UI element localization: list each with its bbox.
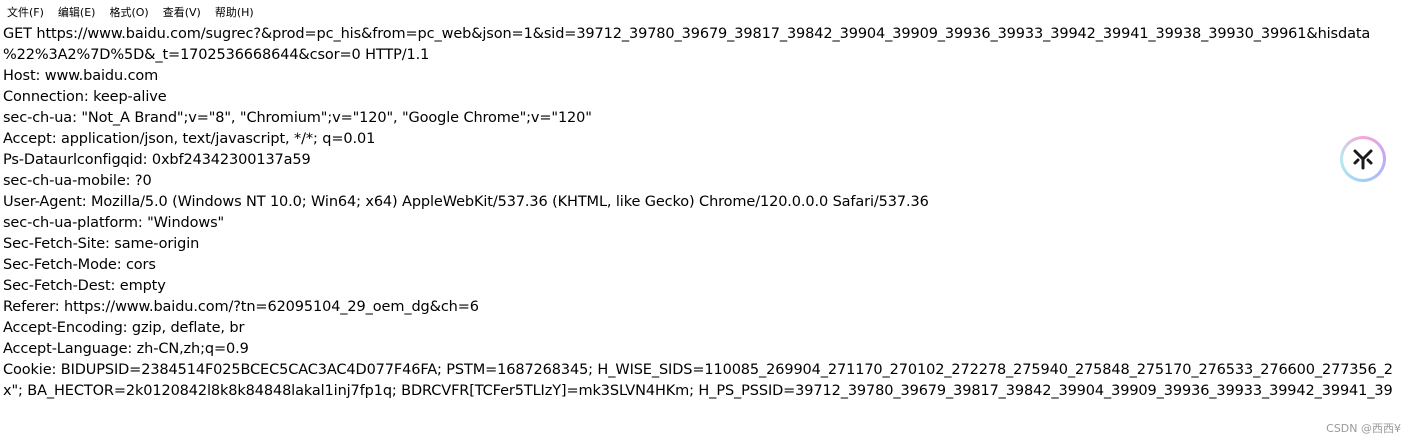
text-line: Accept-Language: zh-CN,zh;q=0.9 <box>3 341 249 357</box>
text-line: Sec-Fetch-Site: same-origin <box>3 236 200 252</box>
text-line: Connection: keep-alive <box>3 89 167 105</box>
text-line: Ps-Dataurlconfigqid: 0xbf24342300137a59 <box>3 152 311 168</box>
menu-edit[interactable]: 编辑(E) <box>51 0 103 24</box>
menu-format[interactable]: 格式(O) <box>102 0 155 24</box>
text-line: sec-ch-ua-mobile: ?0 <box>3 173 152 189</box>
text-line: GET https://www.baidu.com/sugrec?&prod=p… <box>3 26 1371 42</box>
text-line: Accept: application/json, text/javascrip… <box>3 131 376 147</box>
text-line: Referer: https://www.baidu.com/?tn=62095… <box>3 299 479 315</box>
text-line: sec-ch-ua: "Not_A Brand";v="8", "Chromiu… <box>3 110 592 126</box>
menu-bar: 文件(F) 编辑(E) 格式(O) 查看(V) 帮助(H) <box>0 0 1415 24</box>
fork-logo-icon <box>1343 139 1383 179</box>
text-line: x"; BA_HECTOR=2k0120842l8k8k84848lakal1i… <box>3 383 1393 399</box>
text-line: Sec-Fetch-Dest: empty <box>3 278 166 294</box>
text-line: %22%3A2%7D%5D&_t=1702536668644&csor=0 HT… <box>3 47 430 63</box>
menu-view[interactable]: 查看(V) <box>156 0 208 24</box>
text-line: Sec-Fetch-Mode: cors <box>3 257 156 273</box>
text-line: Cookie: BIDUPSID=2384514F025BCEC5CAC3AC4… <box>3 362 1393 378</box>
text-line: Host: www.baidu.com <box>3 68 159 84</box>
text-line: User-Agent: Mozilla/5.0 (Windows NT 10.0… <box>3 194 929 210</box>
text-line: Accept-Encoding: gzip, deflate, br <box>3 320 245 336</box>
menu-help[interactable]: 帮助(H) <box>208 0 261 24</box>
text-editor-area[interactable]: GET https://www.baidu.com/sugrec?&prod=p… <box>0 24 1415 444</box>
floating-assistant-button[interactable] <box>1340 136 1386 182</box>
menu-file[interactable]: 文件(F) <box>0 0 51 24</box>
watermark-text: CSDN @西西¥ <box>1326 422 1401 435</box>
text-line: sec-ch-ua-platform: "Windows" <box>3 215 225 231</box>
